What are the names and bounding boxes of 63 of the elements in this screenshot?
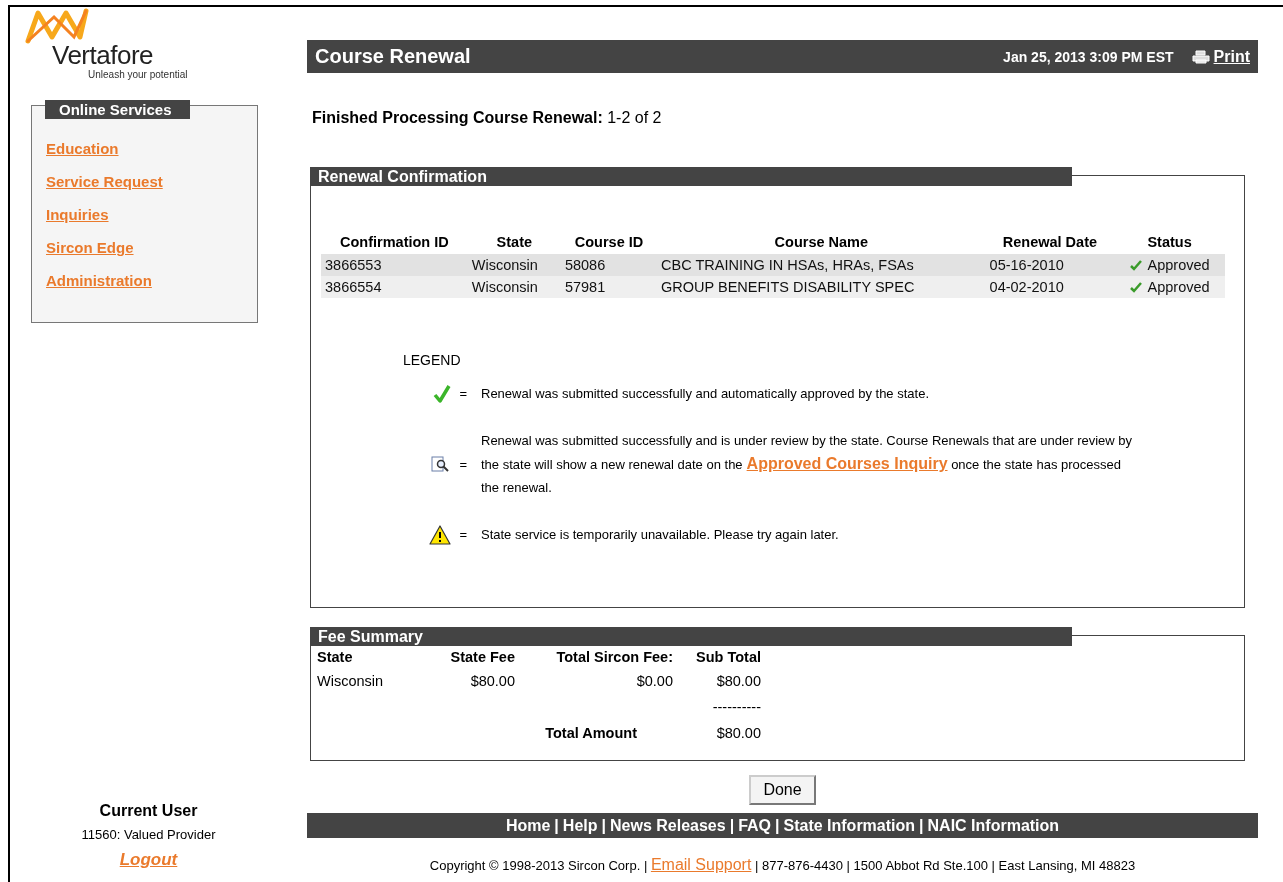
summary-label: Finished Processing Course Renewal:: [312, 109, 603, 126]
print-link[interactable]: Print: [1213, 47, 1250, 66]
table-cell: 04-02-2010: [985, 276, 1115, 298]
separator-text: |: [919, 816, 924, 835]
panel-title: Renewal Confirmation: [310, 167, 1072, 186]
column-header: Status: [1114, 230, 1225, 254]
column-header: Course Name: [657, 230, 986, 254]
legend-text: Renewal was submitted successfully and automatically approved by the state.: [481, 385, 930, 403]
brand-tagline: Unleash your potential: [88, 69, 188, 80]
table-cell: 57981: [560, 276, 658, 298]
table-cell: CBC TRAINING IN HSAs, HRAs, FSAs: [657, 254, 986, 276]
total-label: Total Amount: [544, 724, 638, 743]
column-header: Sub Total: [695, 648, 762, 667]
footer-link[interactable]: Help: [562, 816, 598, 835]
panel-title: Online Services: [45, 100, 190, 119]
table-cell-text: $80.00: [469, 672, 516, 691]
date-time: Jan 25, 2013 3:09 PM EST: [1003, 48, 1174, 65]
printer-icon[interactable]: [1191, 49, 1210, 64]
footer-link[interactable]: News Releases: [610, 816, 726, 835]
table-cell: 05-16-2010: [985, 254, 1115, 276]
page-title: Course Renewal: [315, 45, 472, 68]
table-cell: 58086: [560, 254, 658, 276]
separator-text: |: [554, 816, 559, 835]
done-button[interactable]: Done: [749, 775, 816, 805]
table-cell: Wisconsin: [467, 254, 561, 276]
table-cell: 3866554: [321, 276, 468, 298]
column-header: State: [467, 230, 561, 254]
legend-text: State service is temporarily unavailable. Please try again later.: [481, 526, 840, 544]
separator-text: ----------: [711, 698, 762, 717]
summary-value: 1-2 of 2: [607, 109, 662, 126]
footer-link[interactable]: State Information: [783, 816, 916, 835]
legend-text: Renewal was submitted successfully and is under review by the state. Course Renewals that are under review by the state will show a new renewal date on the Approved Courses Inquiry once the state has processed the renewal.: [481, 432, 1134, 497]
brand-name: Vertafore: [52, 41, 153, 69]
contact-text: | 877-876-4430 | 1500 Abbot Rd Ste.100 | East Lansing, MI 48823: [755, 858, 1136, 873]
current-user-title: Current User: [99, 802, 198, 820]
column-header: Course ID: [560, 230, 658, 254]
table-cell-text: $80.00: [715, 672, 762, 691]
table-cell-text: Wisconsin: [316, 672, 385, 691]
copyright-text: Copyright © 1998-2013 Sircon Corp. |: [429, 858, 648, 873]
table-cell: GROUP BENEFITS DISABILITY SPEC: [657, 276, 986, 298]
status-text: Approved: [1147, 279, 1210, 295]
footer-link[interactable]: NAIC Information: [927, 816, 1060, 835]
status-text: Approved: [1147, 257, 1210, 273]
column-header: State: [316, 648, 354, 667]
column-header: Confirmation ID: [321, 230, 468, 254]
separator-text: |: [775, 816, 780, 835]
separator-text: |: [729, 816, 735, 835]
column-header: Renewal Date: [985, 230, 1115, 254]
equals-sign: =: [459, 386, 467, 401]
total-value: $80.00: [715, 724, 762, 743]
legend-title: LEGEND: [403, 352, 461, 368]
column-header: Total Sircon Fee:: [555, 648, 674, 667]
equals-sign: =: [459, 527, 467, 542]
table-cell: 3866553: [321, 254, 468, 276]
footer-link[interactable]: Home: [505, 816, 551, 835]
table-cell-text: $0.00: [635, 672, 674, 691]
user-name: 11560: Valued Provider: [81, 827, 216, 842]
equals-sign: =: [459, 456, 467, 472]
footer-link[interactable]: FAQ: [738, 816, 771, 835]
column-header: State Fee: [449, 648, 516, 667]
separator-text: |: [601, 816, 606, 835]
panel-title: Fee Summary: [310, 627, 1072, 646]
table-cell: Wisconsin: [467, 276, 561, 298]
